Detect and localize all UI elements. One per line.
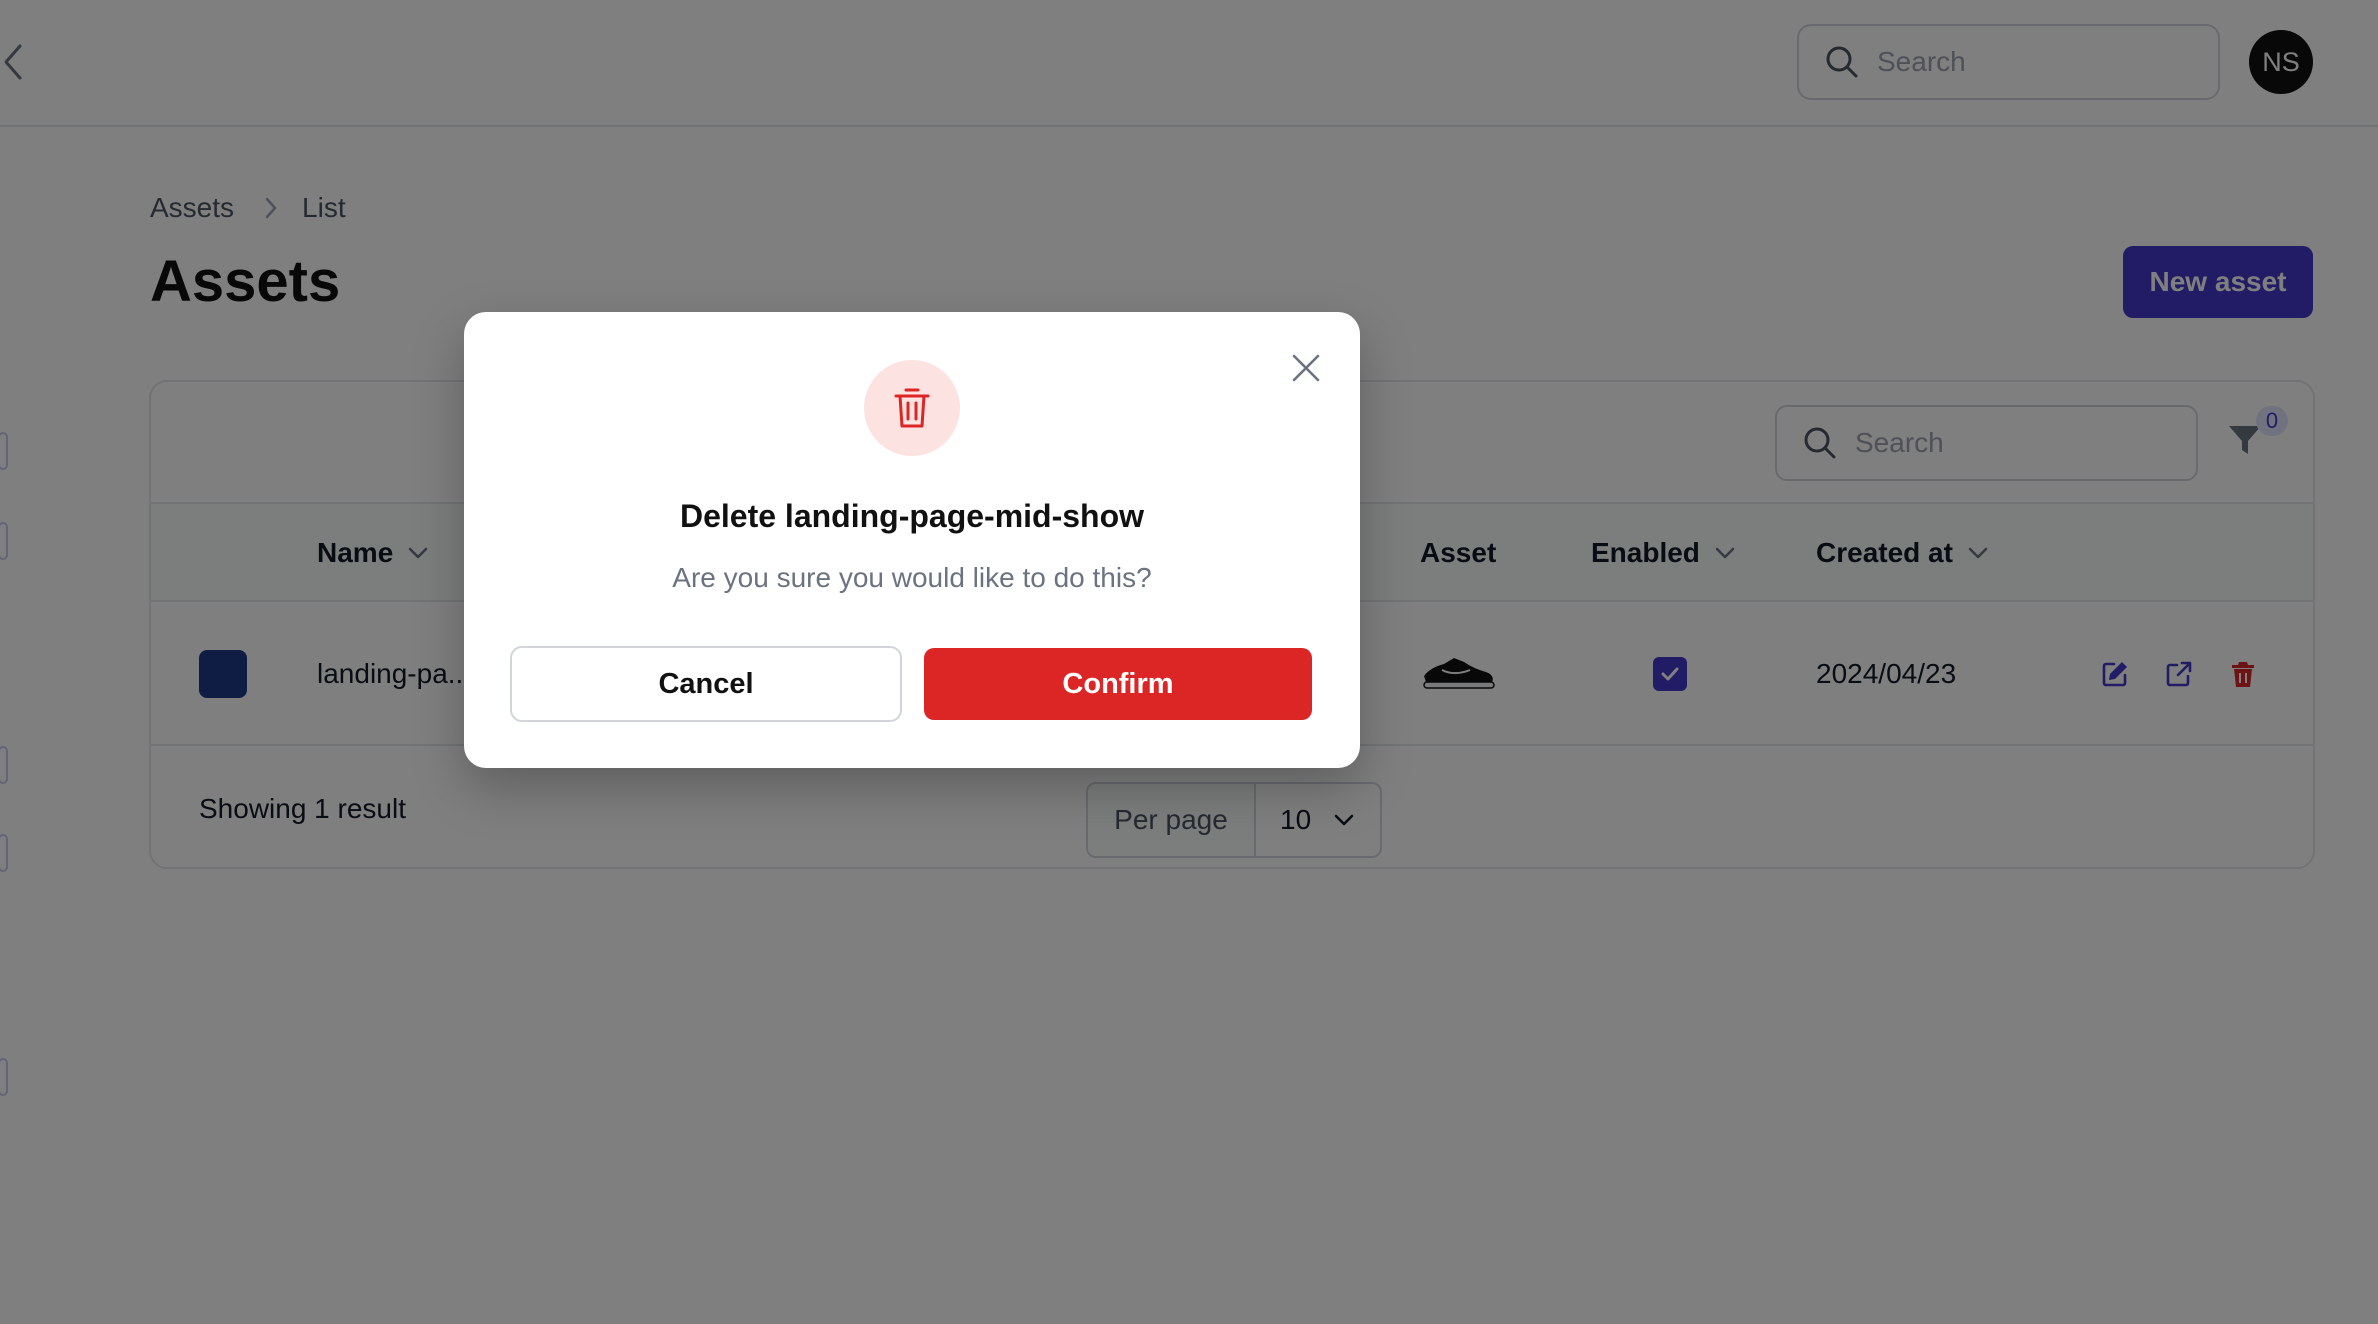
delete-confirmation-modal: Delete landing-page-mid-show Are you sur… bbox=[464, 312, 1360, 768]
confirm-button[interactable]: Confirm bbox=[924, 648, 1312, 720]
cancel-button[interactable]: Cancel bbox=[510, 646, 902, 722]
close-button[interactable] bbox=[1286, 348, 1326, 388]
modal-description: Are you sure you would like to do this? bbox=[672, 562, 1152, 593]
close-icon bbox=[1292, 354, 1320, 382]
modal-title: Delete landing-page-mid-show bbox=[679, 498, 1145, 534]
modal-icon-circle bbox=[864, 360, 960, 456]
trash-icon bbox=[894, 388, 930, 428]
